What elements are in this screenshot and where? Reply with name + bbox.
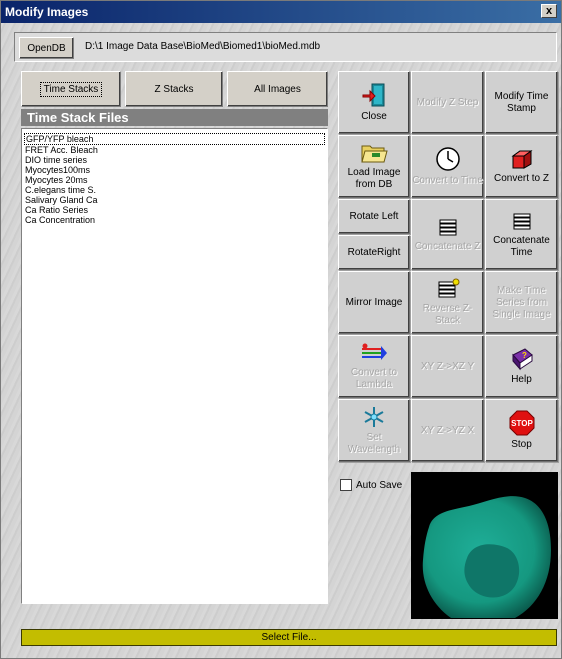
- clock-icon: [435, 147, 460, 171]
- help-book-icon: ?: [511, 348, 533, 371]
- concatenate-z-button[interactable]: Concatenate Z: [411, 199, 484, 270]
- door-exit-icon: [362, 83, 385, 107]
- file-list[interactable]: GFP/YFP bleach FRET Acc. Bleach DIO time…: [21, 128, 328, 604]
- help-label: Help: [511, 374, 532, 385]
- list-item[interactable]: C.elegans time S.: [22, 185, 327, 195]
- auto-save-checkbox[interactable]: Auto Save: [340, 479, 402, 491]
- status-text: Select File...: [261, 632, 317, 643]
- list-item[interactable]: Salivary Gland Ca: [22, 195, 327, 205]
- list-item[interactable]: Myocytes 20ms: [22, 175, 327, 185]
- mirror-image-label: Mirror Image: [345, 296, 403, 308]
- close-label: Close: [361, 111, 387, 122]
- rotate-right-button[interactable]: RotateRight: [338, 235, 410, 270]
- window-title: Modify Images: [5, 5, 89, 19]
- image-preview: [411, 472, 558, 619]
- modify-images-window: Modify Images x OpenDB D:\1 Image Data B…: [0, 0, 562, 659]
- image-stack-icon: [439, 219, 456, 236]
- modify-z-step-label: Modify Z Step: [416, 96, 479, 108]
- list-item[interactable]: DIO time series: [22, 155, 327, 165]
- close-button[interactable]: Close: [338, 71, 410, 134]
- convert-to-z-button[interactable]: Convert to Z: [485, 135, 558, 198]
- reverse-z-stack-label: Reverse Z-Stack: [422, 303, 473, 326]
- title-bar: Modify Images x: [1, 1, 561, 23]
- modify-time-stamp-button[interactable]: Modify Time Stamp: [485, 71, 558, 134]
- red-cube-icon: [510, 150, 533, 169]
- list-item[interactable]: Ca Ratio Series: [22, 205, 327, 215]
- list-item[interactable]: FRET Acc. Bleach: [22, 145, 327, 155]
- open-folder-icon: [361, 145, 388, 163]
- auto-save-box[interactable]: [340, 479, 352, 491]
- load-image-button[interactable]: Load Image from DB: [338, 135, 410, 198]
- xy-z-to-xz-y-label: XY Z->XZ Y: [420, 360, 475, 372]
- load-image-label: Load Image from DB: [347, 167, 401, 190]
- convert-to-lambda-label: Convert to Lambda: [350, 367, 398, 390]
- list-item[interactable]: Ca Concentration: [22, 215, 327, 225]
- convert-to-lambda-button[interactable]: Convert to Lambda: [338, 335, 410, 398]
- rotate-right-label: RotateRight: [347, 246, 401, 258]
- auto-save-label: Auto Save: [356, 479, 403, 491]
- mirror-image-button[interactable]: Mirror Image: [338, 271, 410, 334]
- convert-to-time-label: Convert to Time: [412, 175, 483, 186]
- list-item[interactable]: GFP/YFP bleach: [24, 133, 325, 145]
- rotate-left-button[interactable]: Rotate Left: [338, 199, 410, 234]
- xy-z-to-yz-x-button[interactable]: XY Z->YZ X: [411, 399, 484, 462]
- db-path: D:\1 Image Data Base\BioMed\Biomed1\bioM…: [85, 41, 321, 52]
- reverse-z-stack-button[interactable]: Reverse Z-Stack: [411, 271, 484, 334]
- cell-image: [422, 496, 551, 618]
- db-panel: OpenDB D:\1 Image Data Base\BioMed\Biome…: [14, 32, 557, 62]
- image-stack-icon: [438, 278, 459, 298]
- rotate-left-label: Rotate Left: [349, 210, 399, 222]
- set-wavelength-label: Set Wavelength: [347, 432, 401, 455]
- list-item[interactable]: Myocytes100ms: [22, 165, 327, 175]
- concatenate-time-label: Concatenate Time: [493, 235, 550, 258]
- open-db-label: OpenDB: [27, 42, 66, 54]
- image-stack-icon: [513, 213, 530, 230]
- modify-time-stamp-label: Modify Time Stamp: [494, 90, 549, 114]
- modify-z-step-button[interactable]: Modify Z Step: [411, 71, 484, 134]
- help-button[interactable]: ? Help: [485, 335, 558, 398]
- convert-to-time-button[interactable]: Convert to Time: [411, 135, 484, 198]
- list-header: Time Stack Files: [21, 109, 328, 126]
- make-time-series-button[interactable]: Make Time Series from Single Image: [485, 271, 558, 334]
- xy-z-to-yz-x-label: XY Z->YZ X: [420, 424, 475, 436]
- tab-time-stacks-label: Time Stacks: [39, 81, 103, 97]
- tab-time-stacks[interactable]: Time Stacks: [21, 71, 121, 107]
- list-header-title: Time Stack Files: [27, 110, 129, 125]
- svg-text:?: ?: [522, 351, 527, 360]
- stop-sign-icon: STOP: [509, 410, 534, 436]
- tab-all-images-label: All Images: [254, 83, 301, 95]
- make-time-series-label: Make Time Series from Single Image: [492, 284, 551, 320]
- set-wavelength-button[interactable]: Set Wavelength: [338, 399, 410, 462]
- spectrum-arrows-icon: [362, 343, 387, 360]
- convert-to-z-label: Convert to Z: [493, 173, 550, 184]
- tab-all-images[interactable]: All Images: [227, 71, 328, 107]
- stop-button[interactable]: STOP Stop: [485, 399, 558, 462]
- status-bar: Select File...: [21, 629, 557, 646]
- stop-label: Stop: [511, 439, 532, 450]
- open-db-button[interactable]: OpenDB: [19, 37, 74, 59]
- window-close-button[interactable]: x: [541, 4, 557, 18]
- concatenate-z-label: Concatenate Z: [414, 241, 481, 252]
- svg-text:STOP: STOP: [511, 419, 533, 428]
- xy-z-to-xz-y-button[interactable]: XY Z->XZ Y: [411, 335, 484, 398]
- concatenate-time-button[interactable]: Concatenate Time: [485, 199, 558, 270]
- tab-z-stacks-label: Z Stacks: [154, 83, 194, 95]
- tab-z-stacks[interactable]: Z Stacks: [125, 71, 223, 107]
- snowflake-icon: [364, 407, 384, 427]
